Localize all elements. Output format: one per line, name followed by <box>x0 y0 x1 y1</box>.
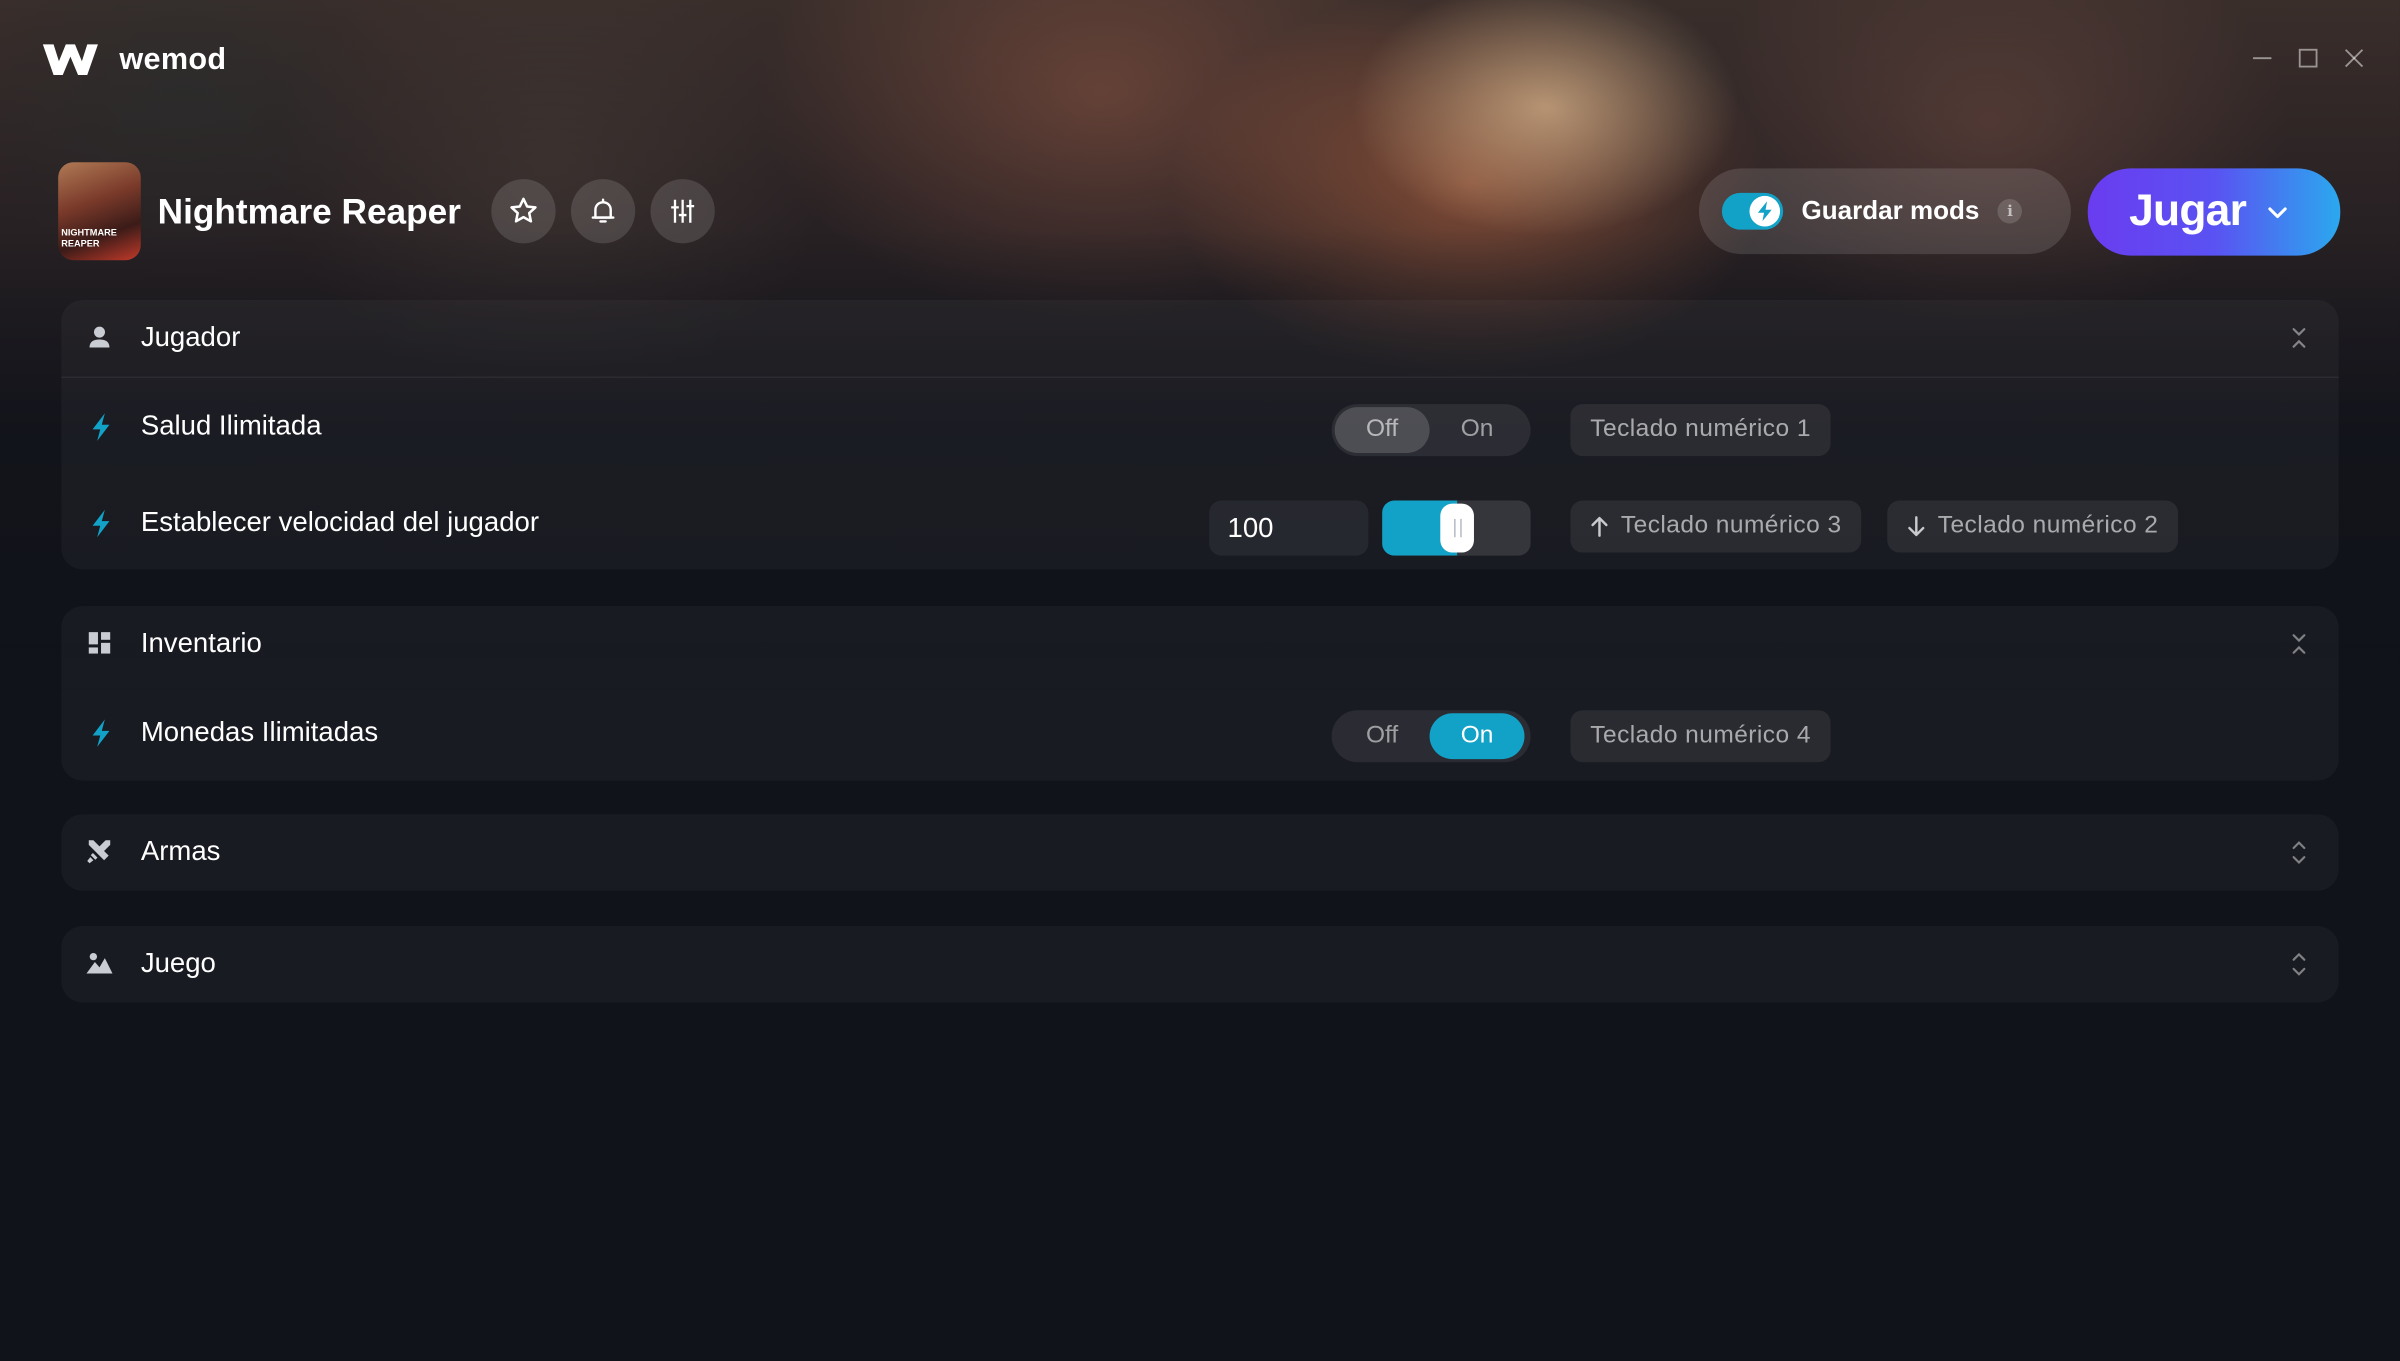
mod-label: Salud Ilimitada <box>140 410 322 441</box>
play-button[interactable]: Jugar <box>2087 168 2341 256</box>
bell-icon <box>591 198 615 223</box>
slider-grip-icon <box>1453 518 1461 538</box>
off-on-toggle[interactable]: Off On <box>1331 404 1531 457</box>
section-weapons-title: Armas <box>140 835 221 867</box>
arrow-down-icon <box>1907 516 1925 537</box>
save-mods-label: Guardar mods <box>1801 195 1980 225</box>
slider-thumb[interactable] <box>1440 503 1474 553</box>
hotkey-label: Teclado numérico 1 <box>1590 416 1811 443</box>
collapse-icon[interactable] <box>2290 631 2308 659</box>
save-mods-control[interactable]: Guardar mods i <box>1698 168 2071 255</box>
play-button-label: Jugar <box>2129 186 2247 236</box>
chevron-down-icon[interactable] <box>2268 204 2289 219</box>
expand-icon[interactable] <box>2290 839 2308 867</box>
section-game[interactable]: Juego <box>61 926 2339 1003</box>
mod-row-infinite-health: Salud Ilimitada Off On Teclado numérico … <box>61 389 2339 466</box>
star-icon <box>510 197 537 223</box>
section-inventory: Inventario Monedas Ilimitadas Off On Tec… <box>61 606 2339 780</box>
bolt-icon <box>92 413 110 441</box>
maximize-icon[interactable] <box>2296 46 2320 70</box>
hotkey-button[interactable]: Teclado numérico 4 <box>1570 710 1831 763</box>
title-bar: wemod <box>0 0 2400 122</box>
favorite-button[interactable] <box>491 179 556 244</box>
minimize-icon[interactable] <box>2250 46 2274 70</box>
wemod-logo-icon <box>42 44 98 75</box>
hotkey-decrease-button[interactable]: Teclado numérico 2 <box>1887 500 2179 553</box>
mod-label: Establecer velocidad del jugador <box>140 506 540 538</box>
section-game-title: Juego <box>140 947 216 979</box>
bolt-icon <box>92 719 110 747</box>
section-weapons-header[interactable]: Armas <box>61 814 2339 891</box>
save-mods-toggle[interactable] <box>1721 192 1784 230</box>
game-settings-button[interactable] <box>650 179 715 244</box>
mod-row-player-speed: Establecer velocidad del jugador 100 Tec… <box>61 485 2339 562</box>
user-icon <box>86 323 114 351</box>
mod-row-infinite-coins: Monedas Ilimitadas Off On Teclado numéri… <box>61 695 2339 772</box>
game-thumbnail: NIGHTMARE REAPER <box>58 162 141 261</box>
mod-label: Monedas Ilimitadas <box>140 716 379 747</box>
bolt-icon <box>92 509 110 538</box>
speed-value-input[interactable]: 100 <box>1209 500 1369 556</box>
crossed-swords-icon <box>86 837 114 865</box>
section-divider <box>61 376 2339 379</box>
game-header: NIGHTMARE REAPER Nightmare Reaper <box>58 162 715 261</box>
hotkey-increase-button[interactable]: Teclado numérico 3 <box>1570 500 1862 553</box>
expand-icon[interactable] <box>2290 951 2308 979</box>
hotkey-button[interactable]: Teclado numérico 1 <box>1570 404 1831 457</box>
section-inventory-title: Inventario <box>140 627 262 659</box>
info-icon[interactable]: i <box>1997 198 2023 224</box>
window-controls <box>2250 46 2366 70</box>
collapse-icon[interactable] <box>2290 324 2308 352</box>
app-window: wemod NIGHTMARE REAPER Nightmare Reaper <box>0 0 2400 1361</box>
toggle-on-option[interactable]: On <box>1429 713 1525 760</box>
speed-slider[interactable] <box>1382 500 1531 556</box>
game-title: Nightmare Reaper <box>157 190 461 231</box>
game-thumbnail-text: NIGHTMARE REAPER <box>61 229 117 250</box>
toggle-off-option[interactable]: Off <box>1335 713 1430 759</box>
hotkey-label: Teclado numérico 3 <box>1620 512 1842 539</box>
section-player-title: Jugador <box>140 321 241 353</box>
app-name: wemod <box>119 42 227 76</box>
toggle-on-option[interactable]: On <box>1430 407 1525 453</box>
section-player: Jugador Salud Ilimitada Off On Teclado n… <box>61 300 2339 569</box>
close-icon[interactable] <box>2342 46 2366 70</box>
hotkey-label: Teclado numérico 4 <box>1590 722 1811 749</box>
toggle-off-option[interactable]: Off <box>1334 407 1430 454</box>
save-mods-toggle-knob <box>1749 195 1781 227</box>
section-inventory-header[interactable]: Inventario <box>61 606 2339 683</box>
hotkey-label: Teclado numérico 2 <box>1937 512 2159 539</box>
wemod-logo[interactable]: wemod <box>40 40 227 80</box>
landscape-icon <box>86 949 114 977</box>
section-game-header[interactable]: Juego <box>61 926 2339 1003</box>
section-weapons[interactable]: Armas <box>61 814 2339 891</box>
section-player-header[interactable]: Jugador <box>61 300 2339 377</box>
notifications-button[interactable] <box>571 179 636 244</box>
bolt-icon <box>1757 201 1772 222</box>
grid-icon <box>86 629 114 657</box>
sliders-icon <box>671 199 695 223</box>
off-on-toggle[interactable]: Off On <box>1331 710 1531 763</box>
arrow-up-icon <box>1590 516 1608 537</box>
